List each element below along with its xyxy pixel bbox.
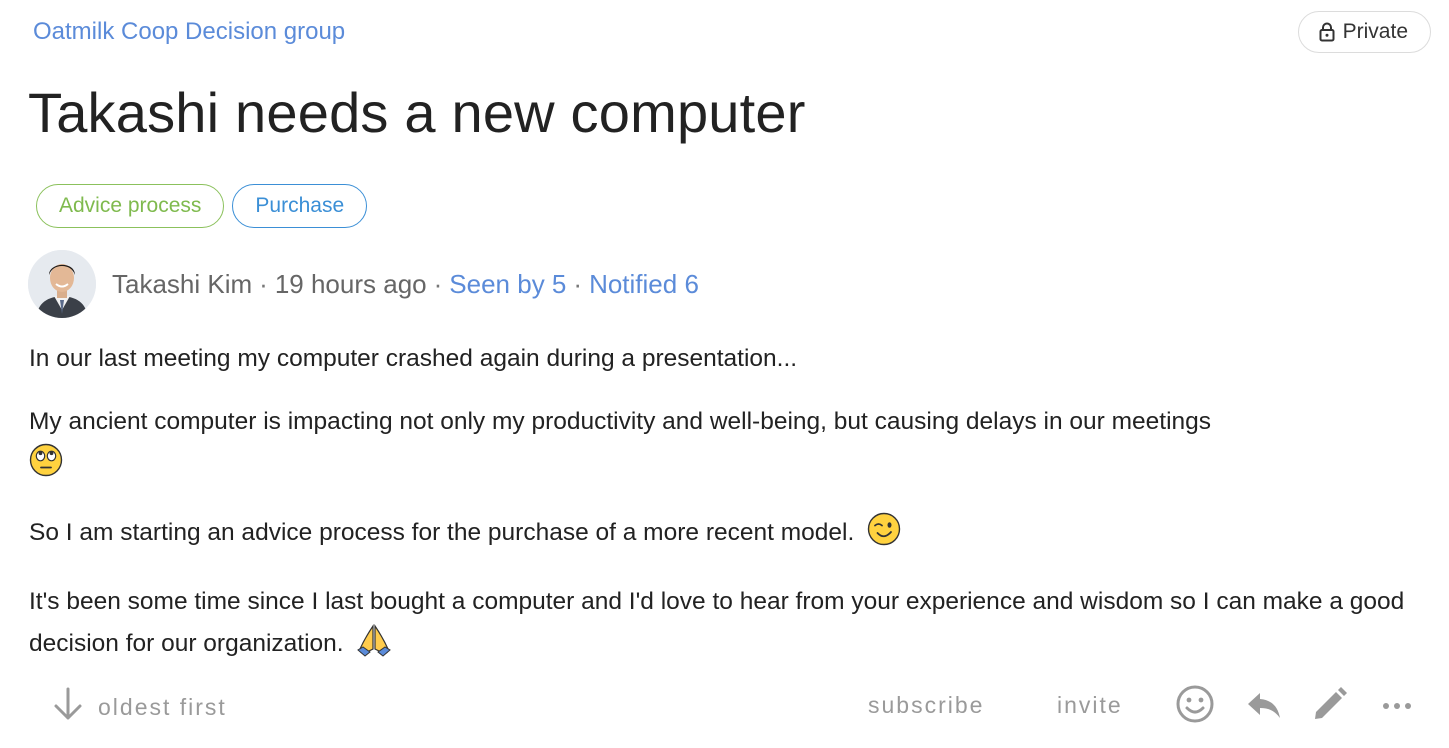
thread-title: Takashi needs a new computer — [28, 81, 806, 144]
face-with-rolling-eyes-emoji — [29, 443, 63, 491]
paragraph-text: In our last meeting my computer crashed … — [29, 345, 798, 372]
privacy-label: Private — [1342, 20, 1408, 43]
author-name[interactable]: Takashi Kim — [112, 269, 252, 300]
thread-actions: oldest first subscribe invite — [0, 680, 1449, 732]
paragraph-text: So I am starting an advice process for t… — [29, 519, 855, 546]
body-paragraph: My ancient computer is impacting not onl… — [29, 401, 1419, 491]
body-paragraph: It's been some time since I last bought … — [29, 581, 1419, 671]
notified-link[interactable]: Notified 6 — [589, 269, 699, 300]
tag-advice-process[interactable]: Advice process — [36, 184, 225, 228]
winking-face-emoji — [867, 512, 901, 560]
sort-label: oldest first — [98, 693, 227, 720]
tag-purchase[interactable]: Purchase — [232, 184, 368, 228]
lock-icon — [1319, 22, 1335, 42]
meta-separator: · — [259, 268, 268, 299]
meta-separator: · — [573, 268, 583, 299]
smiley-icon[interactable] — [1175, 684, 1215, 729]
meta-separator: · — [433, 268, 443, 299]
folded-hands-emoji — [356, 623, 392, 671]
paragraph-text: My ancient computer is impacting not onl… — [29, 408, 1212, 435]
avatar[interactable] — [28, 250, 96, 318]
tag-list: Advice process Purchase — [36, 184, 368, 228]
subscribe-button[interactable]: subscribe — [868, 692, 984, 719]
invite-button[interactable]: invite — [1057, 692, 1123, 719]
sort-toggle[interactable]: oldest first — [52, 686, 227, 728]
privacy-button[interactable]: Private — [1297, 11, 1431, 53]
edit-icon[interactable] — [1310, 684, 1350, 729]
thread-body: In our last meeting my computer crashed … — [29, 338, 1419, 692]
paragraph-text: It's been some time since I last bought … — [29, 588, 1405, 657]
arrow-down-icon — [52, 686, 84, 728]
author-row: Takashi Kim · 19 hours ago · Seen by 5 ·… — [28, 250, 699, 318]
group-link[interactable]: Oatmilk Coop Decision group — [33, 18, 345, 46]
body-paragraph: So I am starting an advice process for t… — [29, 512, 1419, 560]
reply-icon[interactable] — [1244, 684, 1284, 729]
more-icon[interactable] — [1378, 684, 1418, 729]
post-time[interactable]: 19 hours ago — [275, 269, 427, 300]
body-paragraph: In our last meeting my computer crashed … — [29, 338, 1419, 380]
seen-by-link[interactable]: Seen by 5 — [449, 269, 566, 300]
